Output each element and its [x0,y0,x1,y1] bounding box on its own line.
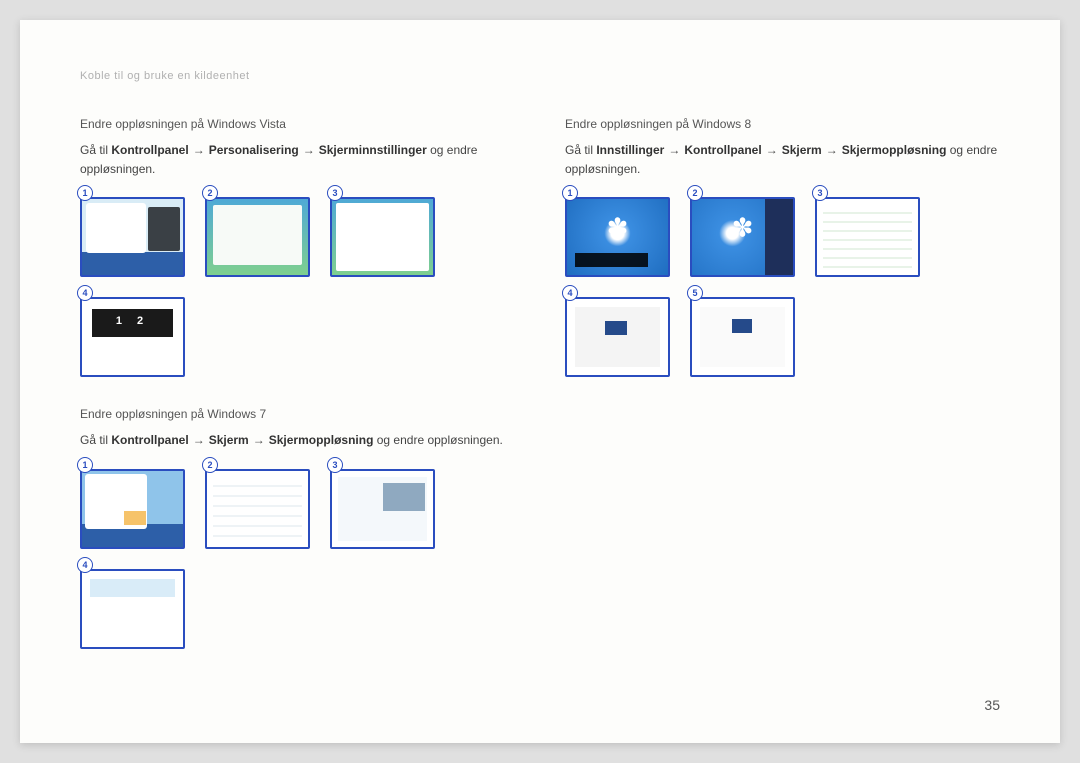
thumbnail-row-win7: 1 2 3 4 [80,469,515,649]
thumbnail: 5 [690,297,795,377]
thumbnail: 1 [565,197,670,277]
screenshot-image [205,197,310,277]
arrow-icon: → [193,431,205,450]
thumbnail: 4 [80,569,185,649]
thumbnail-row-win8: 1 2 3 4 5 [565,197,1000,377]
screenshot-image [205,469,310,549]
instr-text: Gå til [80,433,111,447]
step-badge: 3 [327,457,343,473]
thumbnail-row-vista: 1 2 3 4 [80,197,515,377]
section-title-win8: Endre oppløsningen på Windows 8 [565,117,1000,131]
instr-bold: Innstillinger [596,143,664,157]
screenshot-image [690,197,795,277]
instr-text: og endre oppløsningen. [373,433,502,447]
screenshot-image [815,197,920,277]
left-column: Endre oppløsningen på Windows Vista Gå t… [80,117,515,679]
instr-bold: Skjerminnstillinger [319,143,427,157]
instruction-win8: Gå til Innstillinger → Kontrollpanel → Skjer… [565,141,1000,179]
arrow-icon: → [668,141,680,160]
screenshot-image [330,469,435,549]
thumbnail: 2 [205,469,310,549]
thumbnail: 1 [80,197,185,277]
thumbnail: 1 [80,469,185,549]
document-page: Koble til og bruke en kildeenhet Endre o… [20,20,1060,743]
thumbnail: 2 [690,197,795,277]
screenshot-image [80,297,185,377]
content-columns: Endre oppløsningen på Windows Vista Gå t… [80,117,1000,679]
thumbnail: 2 [205,197,310,277]
page-number: 35 [984,697,1000,713]
screenshot-image [80,197,185,277]
step-badge: 4 [77,557,93,573]
instr-bold: Kontrollpanel [111,433,188,447]
instr-text: Gå til [80,143,111,157]
screenshot-image [80,469,185,549]
instr-bold: Kontrollpanel [111,143,188,157]
right-column: Endre oppløsningen på Windows 8 Gå til I… [565,117,1000,679]
instr-bold: Kontrollpanel [684,143,761,157]
arrow-icon: → [193,141,205,160]
thumbnail: 4 [80,297,185,377]
screenshot-image [565,197,670,277]
instruction-vista: Gå til Kontrollpanel → Personalisering → Skj… [80,141,515,179]
thumbnail: 3 [330,469,435,549]
arrow-icon: → [826,141,838,160]
screenshot-image [80,569,185,649]
instr-bold: Skjerm [209,433,249,447]
screenshot-image [690,297,795,377]
instr-bold: Skjerm [782,143,822,157]
instr-bold: Skjermoppløsning [269,433,374,447]
step-badge: 1 [77,457,93,473]
breadcrumb: Koble til og bruke en kildeenhet [80,70,1000,82]
section-title-vista: Endre oppløsningen på Windows Vista [80,117,515,131]
section-title-win7: Endre oppløsningen på Windows 7 [80,407,515,421]
arrow-icon: → [766,141,778,160]
instr-bold: Personalisering [209,143,299,157]
step-badge: 2 [202,457,218,473]
thumbnail: 4 [565,297,670,377]
arrow-icon: → [303,141,315,160]
instr-text: Gå til [565,143,596,157]
instruction-win7: Gå til Kontrollpanel → Skjerm → Skjermoppløs… [80,431,515,450]
thumbnail: 3 [330,197,435,277]
arrow-icon: → [253,431,265,450]
instr-bold: Skjermoppløsning [842,143,947,157]
screenshot-image [565,297,670,377]
screenshot-image [330,197,435,277]
thumbnail: 3 [815,197,920,277]
